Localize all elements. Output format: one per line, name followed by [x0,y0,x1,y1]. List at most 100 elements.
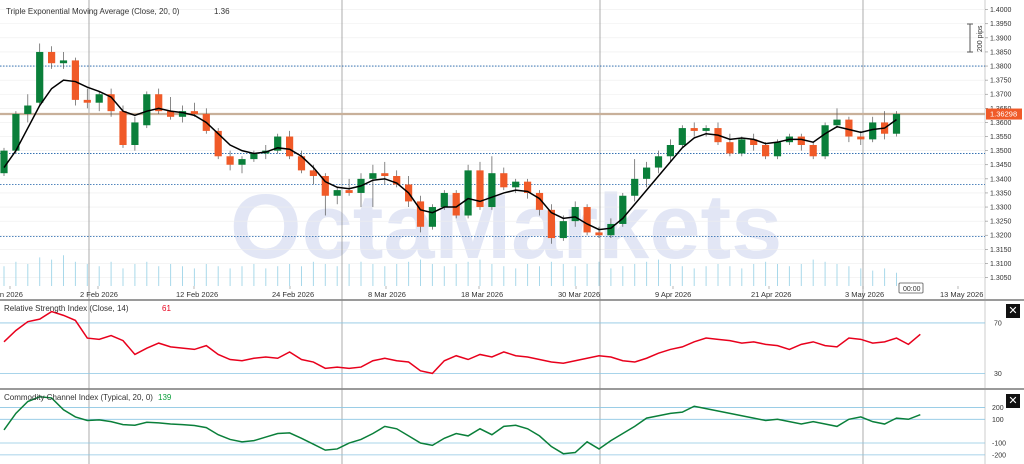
bull-candle[interactable] [59,60,68,64]
time-tick-label: 8 Mar 2026 [368,290,406,299]
bull-candle[interactable] [488,173,496,208]
bear-candle[interactable] [845,119,853,137]
bear-candle[interactable] [583,207,591,233]
cci-level-label: 200 [992,405,1004,412]
current-price-marker: 1.36298 [986,108,1022,120]
bear-candle[interactable] [797,136,805,145]
current-price-label: 1.36298 [990,110,1017,119]
bear-candle[interactable] [226,156,234,165]
time-tick-label: 12 Feb 2026 [176,290,218,299]
bear-candle[interactable] [381,173,389,177]
price-tick-label: 1.3300 [990,205,1012,212]
time-tick-label: 30 Mar 2026 [558,290,600,299]
trading-chart-window: OctaMarkets 1.4000 1.3950 1.3900 1.3850 1.38… [0,0,1024,464]
time-badge[interactable]: 00:00 [898,282,924,294]
bull-candle[interactable] [36,51,44,103]
price-tick-label: 1.3900 [990,35,1012,42]
bull-candle[interactable] [702,128,710,131]
bull-candle[interactable] [869,122,877,140]
bear-candle[interactable] [48,51,56,64]
price-chart[interactable]: OctaMarkets 1.4000 1.3950 1.3900 1.3850 1.38… [0,0,1024,464]
price-tick-label: 1.3050 [990,275,1012,282]
time-badge-label: 00:00 [903,286,921,293]
bear-candle[interactable] [857,136,865,140]
time-tick-label: 3 May 2026 [845,290,884,299]
bull-candle[interactable] [143,94,151,126]
bear-candle[interactable] [190,111,198,114]
time-tick-label: 18 Mar 2026 [461,290,503,299]
price-tick-label: 1.3850 [990,49,1012,56]
rsi-line-path [3,310,921,375]
time-tick-label: 2 Feb 2026 [80,290,118,299]
main-indicator-label: Triple Exponential Moving Average (Close… [6,7,180,16]
bull-candle[interactable] [333,190,341,196]
bull-candle[interactable] [678,128,686,145]
bull-candle[interactable] [250,153,258,160]
bull-candle[interactable] [24,105,32,114]
bear-candle[interactable] [119,111,127,145]
time-tick-label: Jan 2026 [0,290,23,299]
bear-candle[interactable] [762,145,770,157]
close-rsi-panel-button[interactable]: ✕ [1006,304,1020,318]
price-tick-label: 1.4000 [990,7,1012,14]
time-tick-label: 24 Feb 2026 [272,290,314,299]
price-tick-label: 1.3400 [990,176,1012,183]
bull-candle[interactable] [631,178,639,196]
bull-candle[interactable] [892,113,901,134]
price-tick-label: 1.3600 [990,120,1012,127]
time-tick-label: 9 Apr 2026 [655,290,691,299]
bull-candle[interactable] [821,125,829,157]
price-tick-label: 1.3200 [990,233,1012,240]
cci-level-label: 100 [992,417,1004,424]
rsi-label: Relative Strength Index (Close, 14) [4,304,129,313]
bear-candle[interactable] [595,232,603,236]
bull-candle[interactable] [95,94,103,103]
cci-panel[interactable]: 200 100 -100 -200 [0,395,1006,460]
bull-candle[interactable] [643,167,651,179]
cci-level-label: -200 [992,452,1006,459]
bull-candle[interactable] [369,173,377,179]
bear-candle[interactable] [71,60,79,100]
rsi-panel[interactable]: 70 30 [0,310,1002,378]
price-tick-label: 1.3100 [990,261,1012,268]
bull-candle[interactable] [464,170,472,216]
price-tick-label: 1.3800 [990,64,1012,71]
bull-candle[interactable] [0,150,8,174]
bull-candle[interactable] [654,156,663,168]
bear-candle[interactable] [500,173,508,188]
bull-candle[interactable] [773,142,782,157]
bull-candle[interactable] [559,221,567,239]
bear-candle[interactable] [286,136,294,157]
time-tick-label: 13 May 2026 [940,290,983,299]
price-tick-label: 1.3250 [990,219,1012,226]
bull-candle[interactable] [131,122,139,145]
bull-candle[interactable] [666,145,674,157]
bull-candle[interactable] [428,207,436,227]
bear-candle[interactable] [83,99,91,103]
rsi-level-label: 30 [994,371,1002,378]
bull-candle[interactable] [833,119,841,126]
range-marker-label: 200 pips [977,25,984,52]
bull-candle[interactable] [238,159,246,165]
price-tick-label: 1.3950 [990,21,1012,28]
bull-candle[interactable] [440,192,448,208]
bear-candle[interactable] [726,142,734,154]
price-tick-label: 1.3150 [990,247,1012,254]
price-tick-label: 1.3350 [990,190,1012,197]
price-tick-label: 1.3450 [990,162,1012,169]
time-tick-label: 21 Apr 2026 [751,290,791,299]
bear-candle[interactable] [809,145,817,157]
price-tick-label: 1.3700 [990,92,1012,99]
watermark: OctaMarkets [230,176,782,278]
bear-candle[interactable] [345,190,353,193]
bull-candle[interactable] [738,139,746,154]
price-tick-label: 1.3500 [990,148,1012,155]
bear-candle[interactable] [690,128,698,131]
rsi-level-label: 70 [994,320,1002,327]
watermark-text: OctaMarkets [230,176,782,278]
close-cci-panel-button[interactable]: ✕ [1006,394,1020,408]
bull-candle[interactable] [512,181,520,188]
cci-level-label: -100 [992,441,1006,448]
cci-label: Commodity Channel Index (Typical, 20, 0) [4,393,153,402]
bear-candle[interactable] [452,192,460,216]
